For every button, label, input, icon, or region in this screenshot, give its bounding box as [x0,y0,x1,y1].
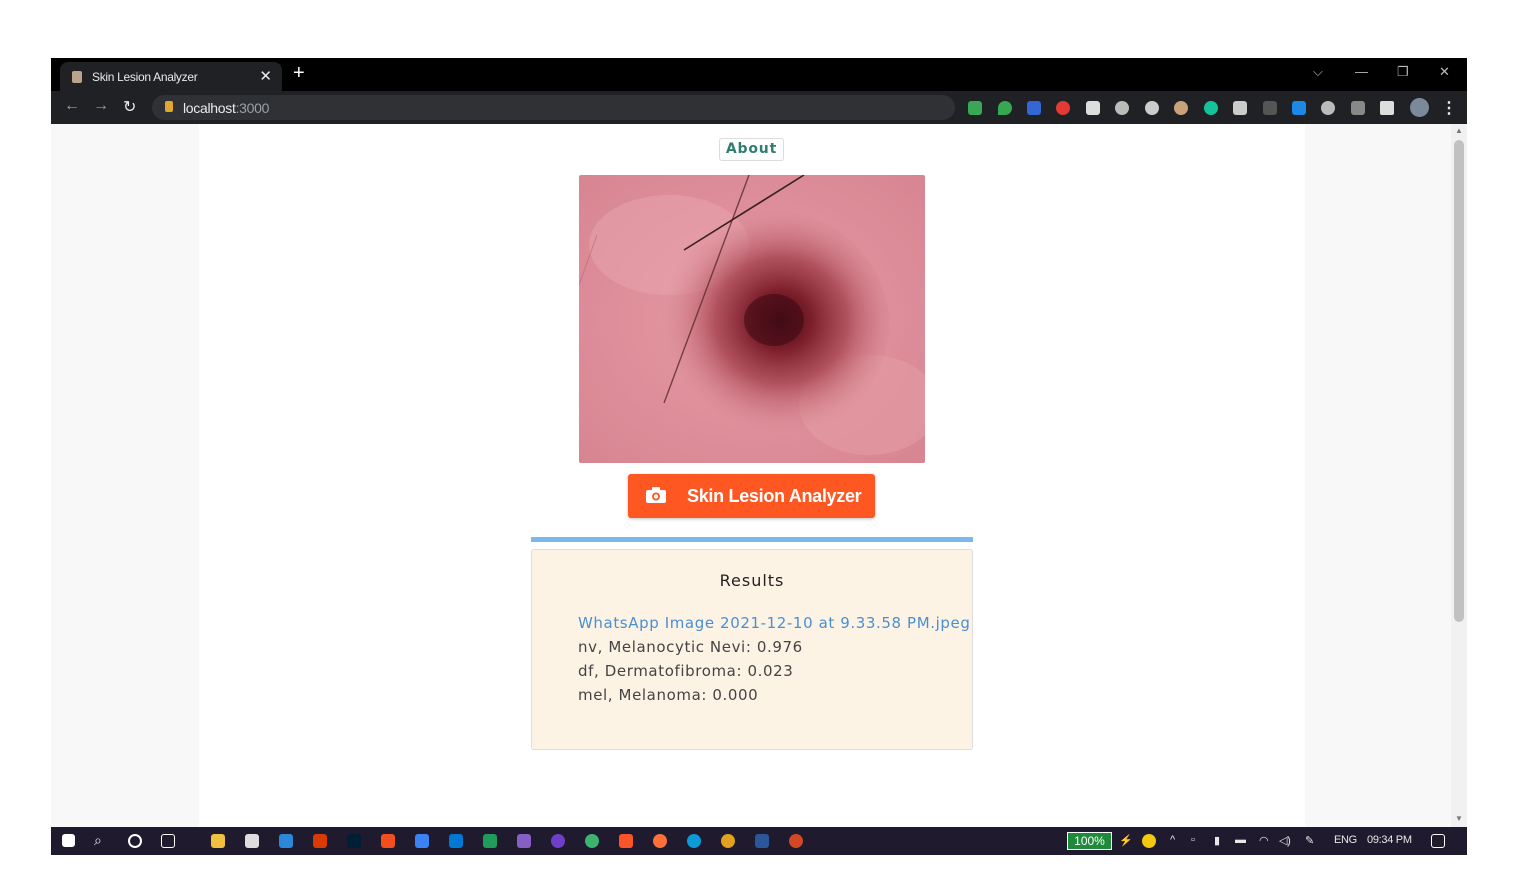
results-header: Results [719,571,785,590]
pen-icon[interactable]: ✎ [1305,834,1314,847]
volume-icon[interactable]: ◁) [1279,834,1291,847]
prediction-row: df, Dermatofibroma: 0.023 [578,662,794,680]
app-icon[interactable] [585,834,599,848]
restore-icon[interactable]: ❐ [1397,64,1409,80]
powerpoint-icon[interactable] [789,834,803,848]
brave-icon[interactable] [619,834,633,848]
chrome-icon[interactable] [721,834,735,848]
about-button[interactable]: About [719,138,784,161]
prediction-row: mel, Melanoma: 0.000 [578,686,759,704]
notification-icon[interactable] [1431,834,1445,848]
browser-toolbar: ← → ↻ localhost:3000 ⋮ [51,91,1467,124]
extension-icon[interactable] [1027,101,1041,115]
globe-extension-icon[interactable] [1115,101,1129,115]
page-viewport: About Skin Lesion Analyzer Results Whats… [51,124,1451,827]
store-icon[interactable] [245,834,259,848]
camera-icon [646,487,666,503]
new-tab-button[interactable]: + [293,62,305,85]
word-icon[interactable] [755,834,769,848]
page-content: About Skin Lesion Analyzer Results Whats… [199,124,1305,827]
scroll-up-icon[interactable]: ▲ [1455,126,1463,135]
wifi-icon[interactable]: ◠ [1259,834,1269,847]
scrollbar-thumb[interactable] [1454,140,1464,622]
vscode-icon[interactable] [449,834,463,848]
favicon-icon [72,71,82,83]
extension-icon[interactable] [1351,101,1365,115]
figma-icon[interactable] [381,834,395,848]
photoshop-icon[interactable] [347,834,361,848]
search-icon[interactable]: ⌕ [94,832,102,849]
page-scrollbar[interactable]: ▲ ▼ [1451,124,1467,827]
address-bar[interactable]: localhost:3000 [152,95,955,120]
pin-extension-icon[interactable] [1263,101,1277,115]
prediction-row: nv, Melanocytic Nevi: 0.976 [578,638,803,656]
forward-icon[interactable]: → [93,97,109,115]
close-window-icon[interactable]: ✕ [1439,64,1450,80]
tab-skin-lesion-analyzer[interactable]: Skin Lesion Analyzer ✕ [60,62,282,91]
result-filename[interactable]: WhatsApp Image 2021-12-10 at 9.33.58 PM.… [578,614,970,632]
extension-icon[interactable] [968,101,982,115]
shield-extension-icon[interactable] [998,101,1012,115]
cortana-icon[interactable] [128,834,142,848]
tab-title: Skin Lesion Analyzer [92,70,198,84]
profile-avatar[interactable] [1410,98,1429,117]
task-view-icon[interactable] [161,834,175,848]
firefox-icon[interactable] [653,834,667,848]
todo-icon[interactable] [415,834,429,848]
power-icon[interactable]: ⚡ [1119,834,1133,847]
browser-window: Skin Lesion Analyzer ✕ + ⌵ — ❐ ✕ ← → ↻ l… [51,58,1467,855]
analyze-upload-button[interactable]: Skin Lesion Analyzer [628,474,875,518]
battery-indicator[interactable]: 100% [1067,832,1112,850]
extension-icon[interactable] [1086,101,1100,115]
app-tray-icon[interactable] [1142,834,1156,848]
tab-strip: Skin Lesion Analyzer ✕ + ⌵ — ❐ ✕ [51,58,1467,91]
address-url: localhost:3000 [183,100,270,116]
browser-menu-icon[interactable]: ⋮ [1441,98,1457,118]
github-icon[interactable] [551,834,565,848]
office-icon[interactable] [313,834,327,848]
results-panel: Results WhatsApp Image 2021-12-10 at 9.3… [531,549,973,750]
extension-icon[interactable] [1174,101,1188,115]
scroll-down-icon[interactable]: ▼ [1455,814,1463,823]
vscode-insiders-icon[interactable] [483,834,497,848]
file-explorer-icon[interactable] [211,834,225,848]
camera-extension-icon[interactable] [1233,101,1247,115]
lesion-image [579,175,925,463]
progress-bar [531,537,973,542]
close-tab-icon[interactable]: ✕ [259,67,272,85]
tab-search-icon[interactable]: ⌵ [1313,64,1323,80]
extension-icon[interactable] [1292,101,1306,115]
chevron-up-icon[interactable]: ^ [1170,834,1175,846]
extension-icon[interactable] [1321,101,1335,115]
edge-icon[interactable] [687,834,701,848]
grammarly-extension-icon[interactable] [1204,101,1218,115]
windows-taskbar: ⌕ 100% ⚡ ^ ▫ ▮ ▬ ◠ ◁) ✎ ENG 09:34 PM [51,827,1467,855]
visual-studio-icon[interactable] [517,834,531,848]
extension-icon[interactable] [1056,101,1070,115]
back-icon[interactable]: ← [64,97,80,115]
analyze-button-label: Skin Lesion Analyzer [687,486,862,506]
microphone-icon[interactable]: ▮ [1214,834,1220,847]
app-icon[interactable] [279,834,293,848]
windows-start-icon[interactable] [62,834,75,847]
site-info-icon[interactable] [165,101,173,112]
reload-icon[interactable]: ↻ [123,97,136,117]
bulb-extension-icon[interactable] [1145,101,1159,115]
progress-fill [531,537,973,542]
language-indicator[interactable]: ENG [1334,834,1357,846]
clock[interactable]: 09:34 PM [1367,834,1412,846]
tray-icon[interactable]: ▫ [1191,834,1195,846]
puzzle-extensions-icon[interactable] [1380,101,1394,115]
battery-tray-icon[interactable]: ▬ [1235,834,1246,846]
minimize-icon[interactable]: — [1355,64,1368,79]
